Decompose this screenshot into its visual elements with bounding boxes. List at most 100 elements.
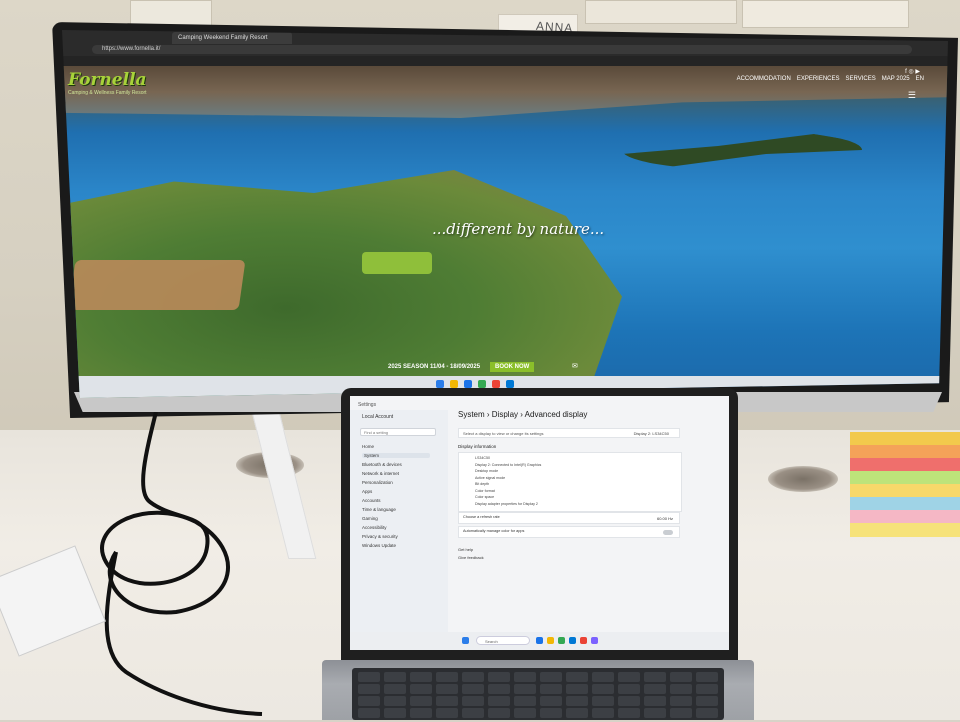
display-select-value: Display 2: LS34C50	[633, 431, 669, 436]
display-info-heading: Display information	[458, 444, 497, 449]
keyboard-key	[618, 672, 640, 682]
settings-search-input[interactable]: Find a setting	[360, 428, 436, 436]
taskbar-app-icon[interactable]	[558, 637, 565, 644]
keyboard-key	[618, 708, 640, 718]
keyboard-key	[644, 708, 666, 718]
settings-nav-item[interactable]: Accounts	[362, 498, 381, 503]
taskbar-app-icon[interactable]	[591, 637, 598, 644]
keyboard-key	[488, 696, 510, 706]
bookmarks-bar	[62, 56, 948, 66]
sticky-note-layer	[850, 432, 960, 446]
nav-map[interactable]: MAP 2025	[882, 76, 910, 82]
keyboard-key	[696, 708, 718, 718]
keyboard-key	[514, 684, 536, 694]
refresh-rate-row[interactable]: Choose a refresh rate 60.00 Hz	[458, 512, 680, 524]
sticky-note-layer	[850, 471, 960, 485]
display-info-row: Color space	[475, 495, 495, 499]
sticky-note-layer	[850, 458, 960, 472]
settings-nav-item[interactable]: Privacy & security	[362, 534, 398, 539]
keyboard-key	[566, 696, 588, 706]
nav-language[interactable]: EN	[916, 76, 924, 82]
wall-note	[742, 0, 909, 28]
keyboard-key	[644, 672, 666, 682]
display-info-row: Display adapter properties for Display 2	[475, 501, 538, 506]
keyboard-key	[566, 708, 588, 718]
refresh-rate-label: Choose a refresh rate	[463, 515, 500, 519]
keyboard-key	[436, 708, 458, 718]
keyboard-key	[436, 696, 458, 706]
taskbar-search[interactable]: Search	[476, 636, 530, 645]
keyboard-key	[566, 672, 588, 682]
display-select[interactable]: Select a display to view or change its s…	[458, 428, 680, 438]
display-info-row: Active signal mode	[475, 475, 506, 480]
taskbar-app-icon[interactable]	[464, 380, 472, 388]
mail-icon[interactable]: ✉	[572, 362, 578, 370]
keyboard-key	[436, 684, 458, 694]
keyboard-key	[384, 672, 406, 682]
refresh-rate-select[interactable]: 60.00 Hz	[657, 516, 673, 521]
keyboard-key	[540, 708, 562, 718]
keyboard-key	[436, 672, 458, 682]
settings-nav-item[interactable]: Bluetooth & devices	[362, 462, 402, 467]
keyboard-key	[384, 684, 406, 694]
sticky-note-layer	[850, 497, 960, 511]
keyboard-key	[592, 684, 614, 694]
settings-nav-item[interactable]: Accessibility	[362, 525, 387, 530]
settings-nav-item[interactable]: System	[362, 453, 430, 458]
taskbar-app-icon[interactable]	[536, 637, 543, 644]
keyboard-key	[514, 708, 536, 718]
keyboard-key	[410, 696, 432, 706]
nav-experiences[interactable]: EXPERIENCES	[797, 76, 840, 82]
taskbar-app-icon[interactable]	[569, 637, 576, 644]
taskbar-app-icon[interactable]	[506, 380, 514, 388]
keyboard-key	[592, 672, 614, 682]
keyboard-key	[358, 696, 380, 706]
taskbar-app-icon[interactable]	[450, 380, 458, 388]
settings-nav-item[interactable]: Time & language	[362, 507, 396, 512]
keyboard-key	[488, 672, 510, 682]
settings-nav-item[interactable]: Apps	[362, 489, 372, 494]
keyboard-key	[514, 696, 536, 706]
settings-nav-item[interactable]: Personalization	[362, 480, 393, 485]
taskbar-app-icon[interactable]	[478, 380, 486, 388]
start-icon[interactable]	[436, 380, 444, 388]
keyboard-key	[514, 672, 536, 682]
sticky-note-block	[850, 432, 960, 542]
settings-nav-item[interactable]: Home	[362, 444, 374, 449]
display-info-row: Display 2: Connected to Intel(R) Graphic…	[475, 462, 542, 467]
settings-nav-item[interactable]: Gaming	[362, 516, 378, 521]
display-select-label: Select a display to view or change its s…	[463, 431, 544, 436]
hero-field	[68, 260, 246, 310]
keyboard-key	[462, 708, 484, 718]
get-help-link[interactable]: Get help	[458, 547, 473, 552]
start-icon[interactable]	[462, 637, 469, 644]
site-logo-subtitle: Camping & Wellness Family Resort	[68, 90, 147, 96]
keyboard-key	[592, 708, 614, 718]
menu-icon[interactable]: ☰	[908, 90, 916, 101]
taskbar-app-icon[interactable]	[580, 637, 587, 644]
settings-nav-item[interactable]: Network & internet	[362, 471, 399, 476]
taskbar-app-icon[interactable]	[492, 380, 500, 388]
nav-accommodation[interactable]: ACCOMMODATION	[737, 76, 791, 82]
sticky-note-layer	[850, 510, 960, 524]
keyboard-key	[670, 696, 692, 706]
taskbar-app-icon[interactable]	[547, 637, 554, 644]
browser-tab[interactable]: Camping Weekend Family Resort	[172, 32, 292, 44]
site-logo[interactable]: Fornella	[68, 70, 147, 90]
desk-cable-hole	[768, 466, 838, 492]
keyboard-key	[410, 708, 432, 718]
settings-nav-item[interactable]: Windows Update	[362, 543, 396, 548]
display-info-row: LS34C50	[475, 456, 490, 460]
display-info-row: Desktop mode	[475, 469, 499, 473]
nav-services[interactable]: SERVICES	[846, 76, 876, 82]
window-title: Settings	[358, 402, 377, 408]
social-icons[interactable]: f ◎ ▶	[905, 68, 920, 75]
address-bar[interactable]: https://www.fornella.it/	[92, 45, 912, 54]
book-now-button[interactable]: BOOK NOW	[490, 362, 535, 372]
give-feedback-link[interactable]: Give feedback	[458, 555, 484, 560]
laptop-keyboard	[352, 668, 724, 720]
auto-color-toggle[interactable]	[663, 530, 673, 535]
site-nav: ACCOMMODATION EXPERIENCES SERVICES MAP 2…	[737, 76, 924, 82]
keyboard-key	[644, 684, 666, 694]
hero-meadow	[362, 252, 432, 274]
